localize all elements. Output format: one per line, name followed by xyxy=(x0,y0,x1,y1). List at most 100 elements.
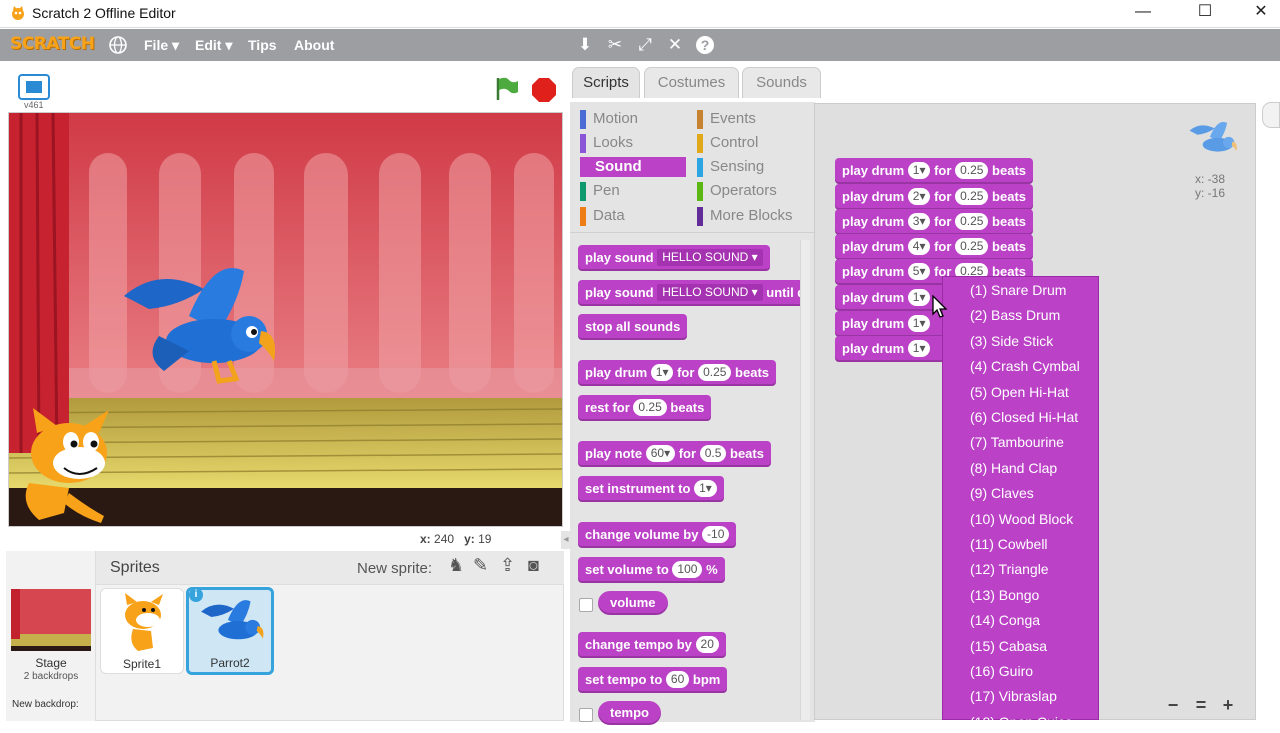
help-icon[interactable]: ? xyxy=(695,35,715,55)
zoom-in-icon[interactable]: + xyxy=(1217,694,1239,716)
drum-number-input[interactable]: 1▾ xyxy=(907,161,931,179)
category-operators[interactable]: Operators xyxy=(697,181,777,201)
script-play-drum-4[interactable]: play drum 4▾ for 0.25 beats xyxy=(835,234,1034,260)
play-sound-until-done-block[interactable]: play sound HELLO SOUND ▾ until done xyxy=(578,280,810,306)
camera-icon[interactable]: ◙ xyxy=(528,555,539,576)
close-button[interactable]: ✕ xyxy=(1238,0,1280,28)
choose-sprite-icon[interactable]: ♞ xyxy=(448,555,464,576)
beats-input[interactable]: 0.25 xyxy=(698,363,732,381)
change-volume-block[interactable]: change volume by -10 xyxy=(578,522,737,548)
set-volume-input[interactable]: 100 xyxy=(672,560,703,578)
scratch-logo[interactable]: SCRATCH xyxy=(10,34,95,54)
set-tempo-block[interactable]: set tempo to 60 bpm xyxy=(578,667,728,693)
drum-number-input[interactable]: 2▾ xyxy=(907,187,931,205)
sprite-thumb-parrot2[interactable]: i Parrot2 xyxy=(186,587,274,675)
tips-menu[interactable]: Tips xyxy=(248,37,277,53)
drum-menu-item[interactable]: (2) Bass Drum xyxy=(970,304,1060,326)
zoom-reset-icon[interactable]: = xyxy=(1190,694,1212,716)
drum-menu-item[interactable]: (6) Closed Hi-Hat xyxy=(970,406,1078,428)
change-tempo-input[interactable]: 20 xyxy=(695,635,719,653)
play-note-block[interactable]: play note 60▾ for 0.5 beats xyxy=(578,441,771,467)
tempo-reporter[interactable]: tempo xyxy=(598,701,661,725)
set-volume-block[interactable]: set volume to 100 % xyxy=(578,557,725,583)
drum-menu-item[interactable]: (7) Tambourine xyxy=(970,431,1064,453)
set-instrument-block[interactable]: set instrument to 1▾ xyxy=(578,476,724,502)
edit-menu[interactable]: Edit ▾ xyxy=(195,37,232,54)
category-motion[interactable]: Motion xyxy=(580,109,638,129)
note-input[interactable]: 60▾ xyxy=(645,444,676,462)
category-sound[interactable]: Sound xyxy=(580,157,686,177)
file-menu[interactable]: File ▾ xyxy=(144,37,179,54)
parrot-sprite[interactable] xyxy=(119,261,279,391)
collapse-arrow-icon[interactable]: ◂ xyxy=(561,531,571,549)
drum-menu-item[interactable]: (17) Vibraslap xyxy=(970,685,1057,707)
tab-sounds[interactable]: Sounds xyxy=(742,67,821,98)
duplicate-icon[interactable]: ⬇ xyxy=(575,35,595,55)
drum-number-input[interactable]: 5▾ xyxy=(907,262,931,280)
volume-checkbox[interactable] xyxy=(579,598,593,612)
drum-menu-item[interactable]: (15) Cabasa xyxy=(970,635,1047,657)
drum-menu-item[interactable]: (9) Claves xyxy=(970,482,1034,504)
script-play-drum-3[interactable]: play drum 3▾ for 0.25 beats xyxy=(835,209,1034,235)
fullscreen-icon[interactable] xyxy=(18,74,50,100)
tab-scripts[interactable]: Scripts xyxy=(572,67,640,98)
green-flag-icon[interactable] xyxy=(494,76,520,102)
category-more-blocks[interactable]: More Blocks xyxy=(697,206,793,226)
stop-sign-icon[interactable] xyxy=(531,77,557,103)
drum-menu-item[interactable]: (13) Bongo xyxy=(970,584,1039,606)
category-looks[interactable]: Looks xyxy=(580,133,633,153)
drum-menu-item[interactable]: (3) Side Stick xyxy=(970,330,1053,352)
drum-menu-item[interactable]: (18) Open Cuica xyxy=(970,711,1073,733)
beats-input[interactable]: 0.25 xyxy=(955,212,989,230)
sound-dropdown[interactable]: HELLO SOUND ▾ xyxy=(657,283,763,301)
palette-scrollbar[interactable] xyxy=(800,240,810,720)
change-tempo-block[interactable]: change tempo by 20 xyxy=(578,632,726,658)
stop-all-sounds-block[interactable]: stop all sounds xyxy=(578,314,688,340)
beats-input[interactable]: 0.25 xyxy=(955,237,989,255)
drum-menu-item[interactable]: (4) Crash Cymbal xyxy=(970,355,1080,377)
cat-sprite[interactable] xyxy=(9,408,129,527)
category-pen[interactable]: Pen xyxy=(580,181,620,201)
play-drum-block[interactable]: play drum 1▾ for 0.25 beats xyxy=(578,360,777,386)
drum-number-input[interactable]: 1▾ xyxy=(907,314,931,332)
paint-sprite-icon[interactable]: ✎ xyxy=(473,555,488,576)
minimize-button[interactable]: — xyxy=(1120,0,1166,28)
rest-beats-input[interactable]: 0.25 xyxy=(633,398,667,416)
upload-sprite-icon[interactable]: ⇪ xyxy=(500,555,515,576)
instrument-input[interactable]: 1▾ xyxy=(694,479,717,497)
drum-menu-item[interactable]: (16) Guiro xyxy=(970,660,1033,682)
drum-menu-item[interactable]: (12) Triangle xyxy=(970,558,1049,580)
drum-menu-item[interactable]: (5) Open Hi-Hat xyxy=(970,381,1069,403)
category-sensing[interactable]: Sensing xyxy=(697,157,764,177)
drum-menu-item[interactable]: (14) Conga xyxy=(970,609,1040,631)
drum-menu-item[interactable]: (11) Cowbell xyxy=(970,533,1048,555)
language-globe-icon[interactable] xyxy=(108,35,128,55)
set-tempo-input[interactable]: 60 xyxy=(665,670,690,688)
drum-number-input[interactable]: 4▾ xyxy=(907,237,931,255)
delete-icon[interactable]: ✂ xyxy=(605,35,625,55)
play-sound-block[interactable]: play sound HELLO SOUND ▾ xyxy=(578,245,770,271)
drum-menu-item[interactable]: (8) Hand Clap xyxy=(970,457,1057,479)
help-tab[interactable] xyxy=(1262,102,1280,128)
volume-reporter[interactable]: volume xyxy=(598,591,668,615)
about-menu[interactable]: About xyxy=(294,37,334,53)
script-play-drum-2[interactable]: play drum 2▾ for 0.25 beats xyxy=(835,184,1034,210)
drum-menu-item[interactable]: (10) Wood Block xyxy=(970,508,1073,530)
rest-for-block[interactable]: rest for 0.25 beats xyxy=(578,395,712,421)
tab-costumes[interactable]: Costumes xyxy=(644,67,739,98)
script-play-drum-1[interactable]: play drum 1▾ for 0.25 beats xyxy=(835,158,1034,184)
note-beats-input[interactable]: 0.5 xyxy=(699,444,727,462)
drum-menu-item[interactable]: (1) Snare Drum xyxy=(970,279,1066,301)
drum-number-input[interactable]: 1▾ xyxy=(907,288,931,306)
drum-number-input[interactable]: 1▾ xyxy=(907,339,931,357)
stage-thumbnail[interactable] xyxy=(11,589,91,651)
grow-icon[interactable]: ⤢ xyxy=(635,35,655,55)
sprite-thumb-sprite1[interactable]: Sprite1 xyxy=(100,588,184,674)
category-events[interactable]: Events xyxy=(697,109,756,129)
zoom-out-icon[interactable]: − xyxy=(1162,694,1184,716)
shrink-icon[interactable]: ✕ xyxy=(665,35,685,55)
stage-canvas[interactable] xyxy=(8,112,563,527)
category-control[interactable]: Control xyxy=(697,133,758,153)
maximize-button[interactable]: ☐ xyxy=(1182,0,1228,28)
beats-input[interactable]: 0.25 xyxy=(955,161,989,179)
